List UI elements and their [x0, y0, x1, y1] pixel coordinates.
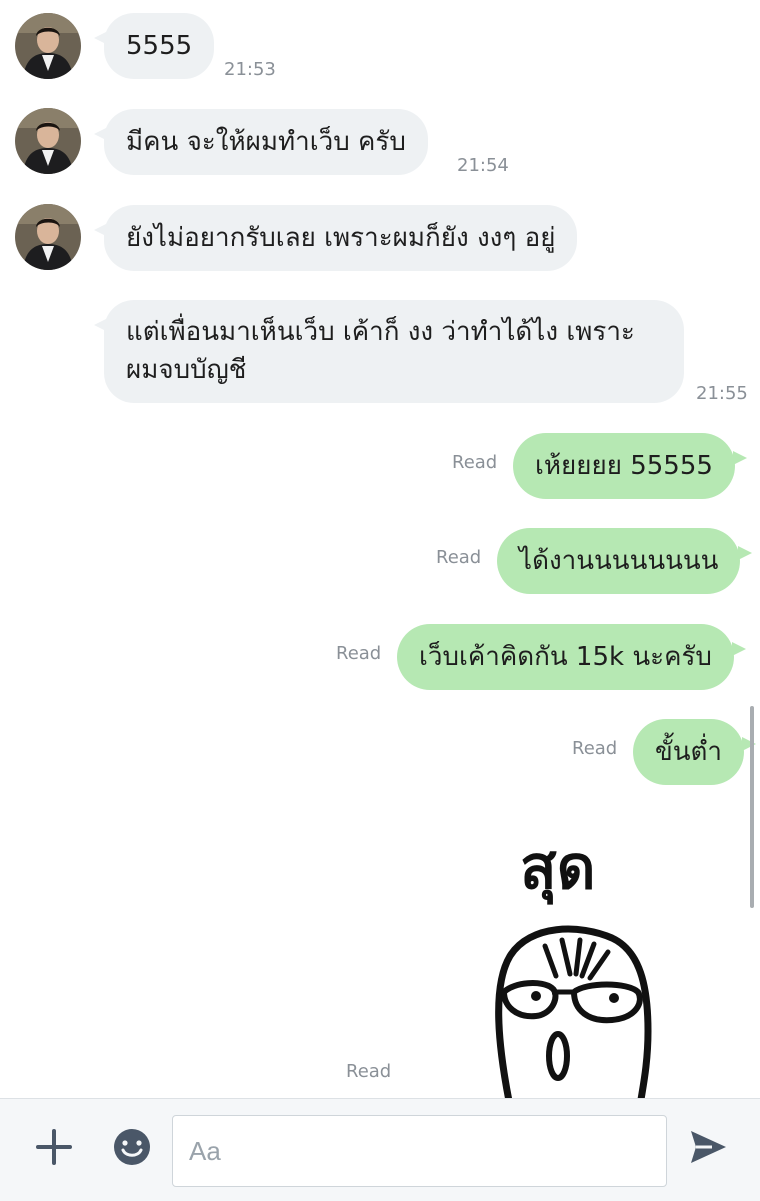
- incoming-message[interactable]: มีคน จะให้ผมทำเว็บ ครับ: [94, 109, 428, 175]
- emoji-icon[interactable]: [110, 1125, 154, 1169]
- composer-bar: [0, 1098, 760, 1201]
- contact-avatar[interactable]: [15, 108, 81, 174]
- message-text-line: ผมจบบัญชี: [126, 355, 247, 385]
- message-text: เว็บเค้าคิดกัน 15k นะครับ: [419, 642, 712, 672]
- message-text: ได้งานนนนนนนน: [519, 546, 719, 576]
- outgoing-message[interactable]: ได้งานนนนนนนน: [497, 528, 753, 594]
- incoming-message[interactable]: 5555: [93, 13, 215, 79]
- read-receipt: Read: [436, 547, 482, 568]
- send-icon[interactable]: [686, 1125, 730, 1169]
- read-receipt: Read: [336, 643, 382, 664]
- contact-avatar[interactable]: [15, 204, 81, 270]
- message-text: ยังไม่อยากรับเลย เพราะผมก็ยัง งงๆ อยู่: [126, 223, 556, 253]
- incoming-message[interactable]: ยังไม่อยากรับเลย เพราะผมก็ยัง งงๆ อยู่: [93, 205, 578, 271]
- message-time: 21:53: [224, 59, 276, 80]
- message-list[interactable]: 5555 21:53 มีคน จะให้ผมทำเว็บ ครับ 21:54: [0, 0, 760, 1100]
- message-text: 5555: [126, 31, 193, 61]
- message-time: 21:55: [696, 383, 748, 404]
- read-receipt: Read: [346, 1061, 392, 1082]
- read-receipt: Read: [572, 738, 618, 759]
- outgoing-message[interactable]: เห้ยยยย 55555: [513, 433, 747, 499]
- message-text: มีคน จะให้ผมทำเว็บ ครับ: [126, 127, 406, 157]
- outgoing-message[interactable]: เว็บเค้าคิดกัน 15k นะครับ: [397, 624, 746, 690]
- scrollbar[interactable]: [750, 706, 754, 908]
- read-receipt: Read: [452, 452, 498, 473]
- chat-screen: 5555 21:53 มีคน จะให้ผมทำเว็บ ครับ 21:54: [0, 0, 760, 1201]
- sticker-image: สุด: [495, 833, 652, 1100]
- sticker-caption: สุด: [520, 833, 596, 905]
- message-input[interactable]: [172, 1115, 667, 1187]
- contact-avatar[interactable]: [15, 13, 81, 79]
- message-time: 21:54: [457, 155, 509, 176]
- message-text: เห้ยยยย 55555: [535, 451, 713, 481]
- outgoing-message[interactable]: ขั้นต่ำ: [633, 719, 757, 785]
- plus-icon[interactable]: [32, 1125, 76, 1169]
- message-text-line: แต่เพื่อนมาเห็นเว็บ เค้าก็ งง ว่าทำได้ไง…: [126, 317, 635, 347]
- incoming-message[interactable]: แต่เพื่อนมาเห็นเว็บ เค้าก็ งง ว่าทำได้ไง…: [94, 300, 684, 403]
- sticker-message[interactable]: สุด: [490, 816, 665, 1100]
- message-text: ขั้นต่ำ: [655, 737, 723, 767]
